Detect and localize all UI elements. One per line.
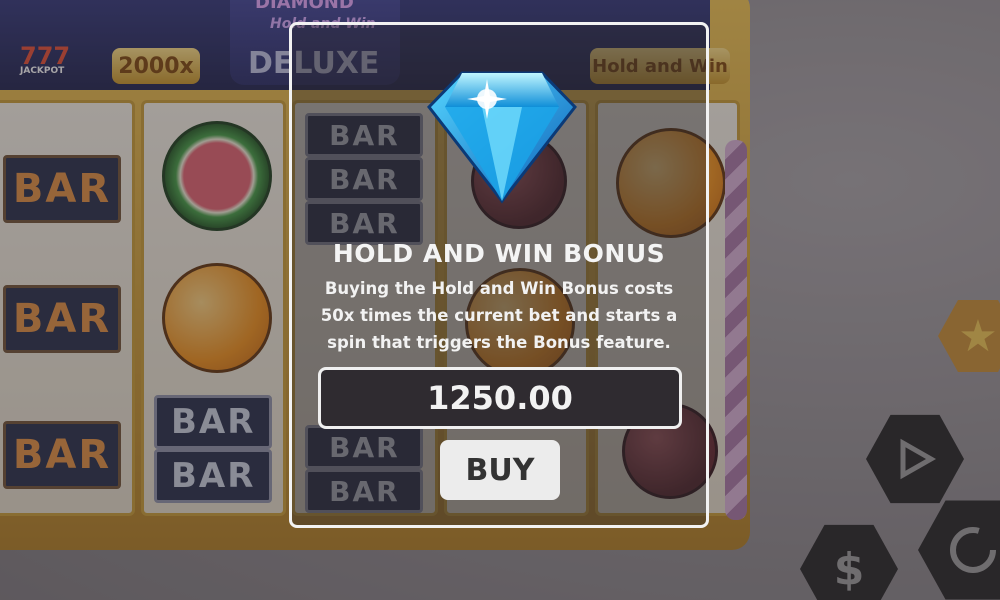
- dialog-description: Buying the Hold and Win Bonus costs 50x …: [320, 279, 678, 352]
- bonus-price-field: 1250.00: [318, 367, 682, 429]
- buy-button[interactable]: BUY: [440, 440, 560, 500]
- diamond-icon: [427, 71, 577, 204]
- hold-and-win-bonus-dialog: HOLD AND WIN BONUS Buying the Hold and W…: [289, 22, 709, 528]
- slot-game-background: DIAMOND Hold and Win DELUXE 777 JACKPOT …: [0, 0, 1000, 600]
- dialog-title: HOLD AND WIN BONUS: [332, 239, 666, 268]
